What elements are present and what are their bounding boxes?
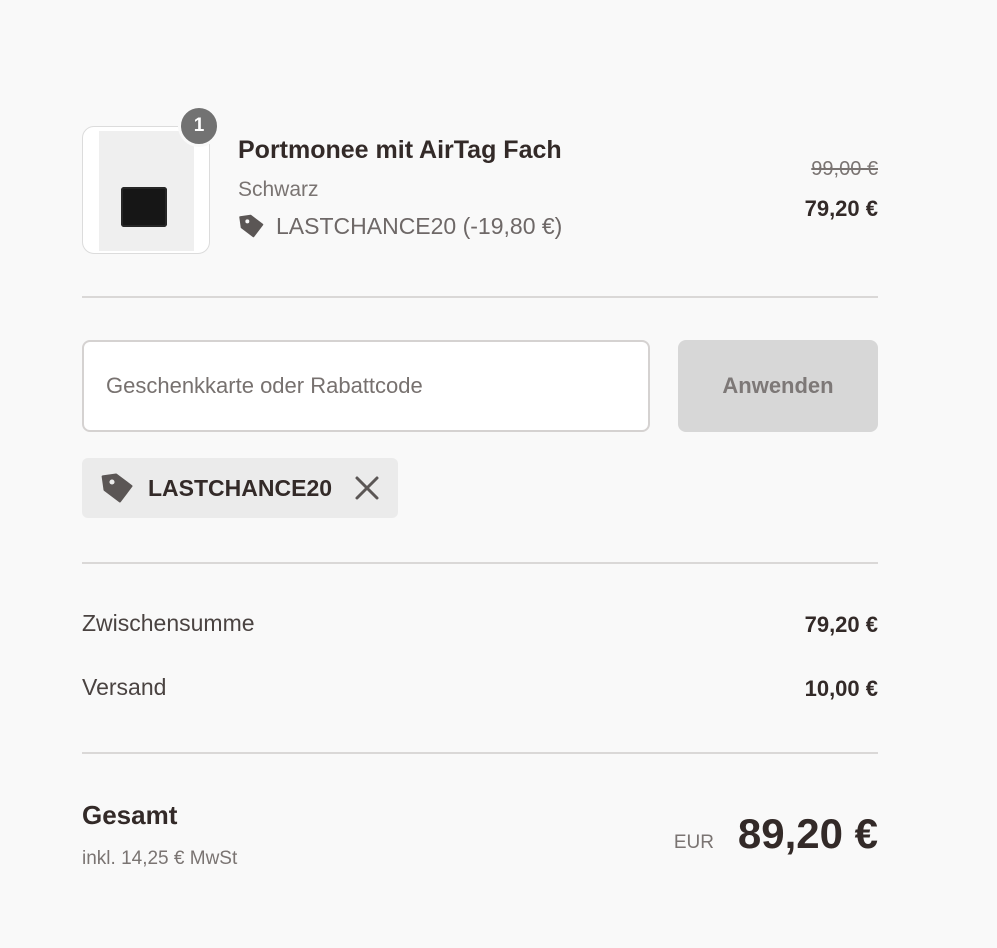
- total-label: Gesamt: [82, 800, 178, 830]
- tax-note: inkl. 14,25 € MwSt: [82, 848, 238, 869]
- currency-code: EUR: [673, 832, 714, 853]
- quantity-badge: 1: [178, 105, 220, 147]
- apply-button[interactable]: Anwenden: [678, 340, 878, 432]
- total-value: 89,20 €: [737, 810, 878, 857]
- wallet-icon: [121, 187, 167, 227]
- applied-discount-label: LASTCHANCE20: [148, 474, 333, 501]
- applied-discount-chip: LASTCHANCE20: [82, 458, 398, 518]
- product-title: Portmonee mit AirTag Fach: [238, 136, 562, 164]
- compare-at-price: 99,00 €: [811, 158, 878, 180]
- subtotal-row: Zwischensumme 79,20 €: [82, 610, 878, 644]
- order-summary: 1 Portmonee mit AirTag Fach Schwarz LAST…: [82, 0, 878, 948]
- close-icon[interactable]: [352, 473, 382, 503]
- tag-icon: [239, 214, 264, 238]
- shipping-value: 10,00 €: [804, 676, 878, 701]
- product-discount: LASTCHANCE20 (-19,80 €): [238, 212, 562, 240]
- product-variant: Schwarz: [238, 178, 319, 201]
- subtotal-value: 79,20 €: [804, 612, 878, 637]
- tag-icon: [101, 473, 133, 503]
- cart-line-item: 1 Portmonee mit AirTag Fach Schwarz LAST…: [82, 105, 878, 254]
- product-discount-label: LASTCHANCE20 (-19,80 €): [276, 212, 563, 239]
- divider: [82, 562, 878, 564]
- shipping-label: Versand: [82, 674, 167, 700]
- shipping-row: Versand 10,00 €: [82, 674, 878, 708]
- divider: [82, 296, 878, 298]
- product-image: [99, 131, 194, 251]
- subtotal-label: Zwischensumme: [82, 610, 255, 636]
- discount-code-input[interactable]: [82, 340, 650, 432]
- divider: [82, 752, 878, 754]
- product-price: 79,20 €: [804, 196, 878, 221]
